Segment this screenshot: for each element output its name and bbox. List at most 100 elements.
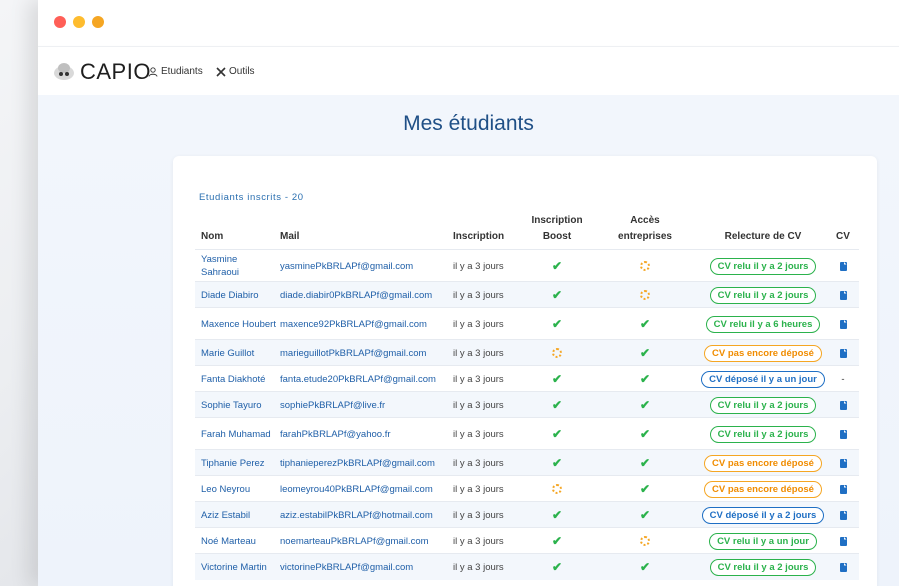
- header-boost-line2: Boost: [542, 231, 572, 242]
- boost-status: ✔: [527, 450, 587, 476]
- boost-status: ✔: [527, 502, 587, 528]
- student-email-link[interactable]: sophiePkBRLAPf@live.fr: [280, 392, 450, 418]
- student-email-link[interactable]: maxence92PkBRLAPf@gmail.com: [280, 308, 450, 340]
- check-icon: ✔: [551, 372, 563, 386]
- document-icon[interactable]: [839, 484, 847, 494]
- document-icon[interactable]: [839, 510, 847, 520]
- cv-cell: [835, 450, 851, 476]
- relecture-badge[interactable]: CV déposé il y a un jour: [701, 370, 825, 388]
- minimize-window-button[interactable]: [73, 16, 85, 28]
- inscription-date: il y a 3 jours: [453, 373, 504, 385]
- check-icon: ✔: [551, 560, 563, 574]
- capio-logo-icon[interactable]: [52, 60, 76, 82]
- relecture-badge[interactable]: CV relu il y a 2 jours: [709, 425, 817, 443]
- pending-icon: [552, 348, 562, 358]
- relecture-cell: CV relu il y a 2 jours: [693, 554, 833, 580]
- header-relecture: Relecture de CV: [724, 231, 802, 242]
- relecture-badge[interactable]: CV relu il y a un jour: [709, 532, 817, 550]
- pending-icon: [640, 290, 650, 300]
- table-row: Leo Neyrou leomeyrou40PkBRLAPf@gmail.com i…: [195, 475, 859, 502]
- background: [0, 0, 38, 586]
- check-icon: ✔: [551, 398, 563, 412]
- check-icon: ✔: [639, 560, 651, 574]
- document-icon[interactable]: [839, 290, 847, 300]
- check-icon: ✔: [551, 427, 563, 441]
- cv-cell: [835, 502, 851, 528]
- relecture-cell: CV relu il y a 2 jours: [693, 392, 833, 418]
- close-window-button[interactable]: [54, 16, 66, 28]
- student-name-link[interactable]: Tiphanie Perez: [201, 450, 277, 476]
- student-name-link[interactable]: Diade Diabiro: [201, 282, 277, 308]
- relecture-badge[interactable]: CV pas encore déposé: [704, 454, 822, 472]
- student-name-link[interactable]: Leo Neyrou: [201, 476, 277, 502]
- nav-etudiants[interactable]: Etudiants: [148, 66, 203, 77]
- student-email-link[interactable]: aziz.estabilPkBRLAPf@hotmail.com: [280, 502, 450, 528]
- nav-outils[interactable]: Outils: [216, 66, 255, 77]
- check-icon: ✔: [639, 372, 651, 386]
- student-email-link[interactable]: leomeyrou40PkBRLAPf@gmail.com: [280, 476, 450, 502]
- student-email-link[interactable]: noemarteauPkBRLAPf@gmail.com: [280, 528, 450, 554]
- student-email-link[interactable]: victorinePkBRLAPf@gmail.com: [280, 554, 450, 580]
- table-row: Yasmine Sahraoui yasminePkBRLAPf@gmail.co…: [195, 249, 859, 282]
- student-email-link[interactable]: marieguillotPkBRLAPf@gmail.com: [280, 340, 450, 366]
- relecture-badge[interactable]: CV relu il y a 6 heures: [705, 315, 821, 333]
- student-email-link[interactable]: diade.diabir0PkBRLAPf@gmail.com: [280, 282, 450, 308]
- student-email-link[interactable]: yasminePkBRLAPf@gmail.com: [280, 250, 450, 282]
- student-name-link[interactable]: Noé Marteau: [201, 528, 277, 554]
- document-icon[interactable]: [839, 400, 847, 410]
- logo-text[interactable]: CAPIO: [80, 59, 151, 85]
- relecture-badge[interactable]: CV relu il y a 2 jours: [709, 286, 817, 304]
- acces-status: ✔: [605, 450, 685, 476]
- student-name-link[interactable]: Fanta Diakhoté: [201, 366, 277, 392]
- student-name-link[interactable]: Farah Muhamad: [201, 418, 277, 450]
- student-name-link[interactable]: Aziz Estabil: [201, 502, 277, 528]
- pending-icon: [640, 536, 650, 546]
- student-name-link[interactable]: Maxence Houbert: [201, 308, 277, 340]
- boost-status: [527, 340, 587, 366]
- document-icon[interactable]: [839, 348, 847, 358]
- document-icon[interactable]: [839, 562, 847, 572]
- document-icon[interactable]: [839, 319, 847, 329]
- check-icon: ✔: [551, 317, 563, 331]
- relecture-badge[interactable]: CV pas encore déposé: [704, 344, 822, 362]
- document-icon[interactable]: [839, 261, 847, 271]
- inscription-date: il y a 3 jours: [453, 457, 504, 469]
- document-icon[interactable]: [839, 458, 847, 468]
- check-icon: ✔: [551, 508, 563, 522]
- student-name-link[interactable]: Marie Guillot: [201, 340, 277, 366]
- navbar: CAPIO Etudiants Outils: [38, 46, 899, 95]
- table-row: Sophie Tayuro sophiePkBRLAPf@live.fr il y …: [195, 391, 859, 418]
- student-name-link[interactable]: Yasmine Sahraoui: [201, 250, 277, 282]
- relecture-badge[interactable]: CV relu il y a 2 jours: [709, 257, 817, 275]
- nav-etudiants-label: Etudiants: [161, 66, 203, 77]
- boost-status: ✔: [527, 366, 587, 392]
- check-icon: ✔: [639, 346, 651, 360]
- student-name-link[interactable]: Sophie Tayuro: [201, 392, 277, 418]
- acces-status: ✔: [605, 502, 685, 528]
- inscription-date: il y a 3 jours: [453, 535, 504, 547]
- student-email-link[interactable]: fanta.etude20PkBRLAPf@gmail.com: [280, 366, 450, 392]
- relecture-badge[interactable]: CV pas encore déposé: [704, 480, 822, 498]
- acces-status: ✔: [605, 366, 685, 392]
- boost-status: ✔: [527, 250, 587, 282]
- student-email-link[interactable]: farahPkBRLAPf@yahoo.fr: [280, 418, 450, 450]
- header-acces-line2: entreprises: [618, 231, 672, 242]
- relecture-badge[interactable]: CV relu il y a 2 jours: [709, 558, 817, 576]
- inscription-date: il y a 3 jours: [453, 289, 504, 301]
- document-icon[interactable]: [839, 429, 847, 439]
- relecture-badge[interactable]: CV déposé il y a 2 jours: [701, 506, 825, 524]
- relecture-cell: CV déposé il y a 2 jours: [693, 502, 833, 528]
- page-title: Mes étudiants: [403, 112, 534, 135]
- relecture-badge[interactable]: CV relu il y a 2 jours: [709, 396, 817, 414]
- document-icon[interactable]: [839, 536, 847, 546]
- maximize-window-button[interactable]: [92, 16, 104, 28]
- table-row: Fanta Diakhoté fanta.etude20PkBRLAPf@gmai…: [195, 365, 859, 392]
- student-email-link[interactable]: tiphanieperezPkBRLAPf@gmail.com: [280, 450, 450, 476]
- check-icon: ✔: [639, 482, 651, 496]
- cv-cell: [835, 418, 851, 450]
- student-name-link[interactable]: Victorine Martin: [201, 554, 277, 580]
- nav-outils-label: Outils: [229, 66, 255, 77]
- table-row: Diade Diabiro diade.diabir0PkBRLAPf@gmail…: [195, 281, 859, 308]
- inscription-date: il y a 3 jours: [453, 318, 504, 330]
- check-icon: ✔: [639, 508, 651, 522]
